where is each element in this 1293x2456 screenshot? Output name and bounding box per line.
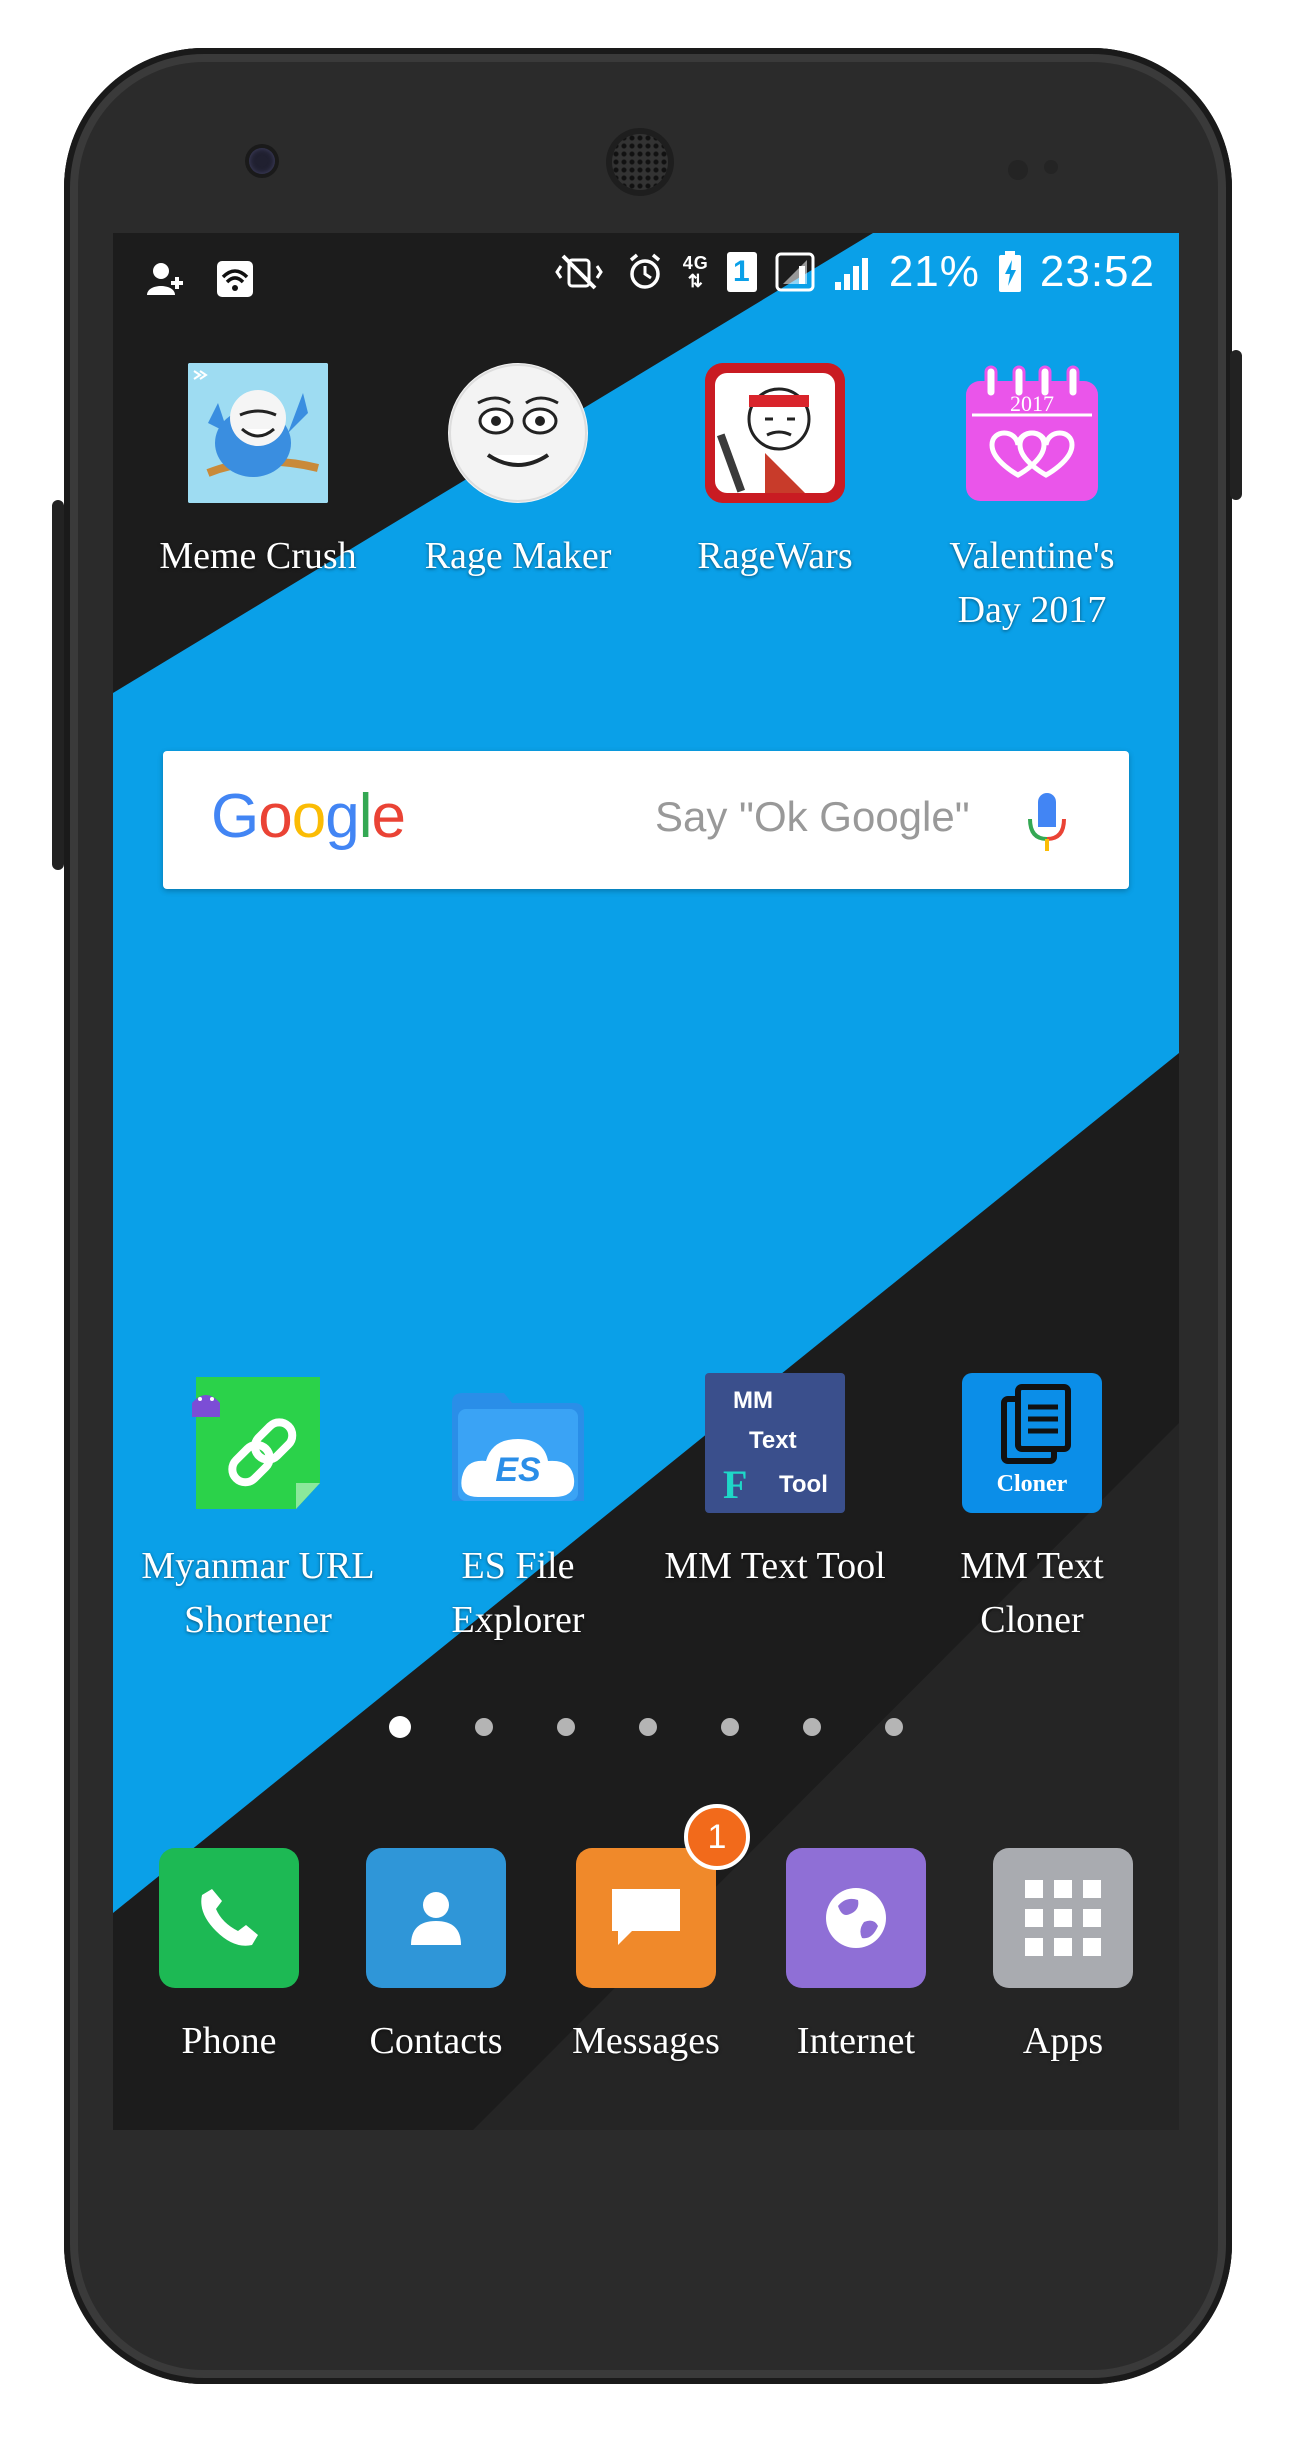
- dock-contacts[interactable]: Contacts: [320, 1848, 552, 2068]
- volume-button: [52, 500, 64, 870]
- cloner-caption: Cloner: [996, 1471, 1068, 1497]
- app-rage-maker[interactable]: Rage Maker: [393, 363, 643, 583]
- app-label: Myanmar URL Shortener: [141, 1545, 375, 1641]
- page-dot-7[interactable]: [885, 1718, 903, 1736]
- ragewars-icon: [705, 363, 845, 503]
- contact-icon: [366, 1848, 506, 1988]
- app-label: Meme Crush: [159, 535, 357, 577]
- signal-sim2-icon: [833, 252, 871, 292]
- app-mm-text-cloner[interactable]: Cloner MM Text Cloner: [907, 1373, 1157, 1647]
- page-dot-2[interactable]: [475, 1718, 493, 1736]
- mm-text-tool-icon: MM Text F Tool: [705, 1373, 845, 1513]
- app-label: Valentine's Day 2017: [949, 535, 1115, 631]
- dock-phone[interactable]: Phone: [113, 1848, 345, 2068]
- add-contact-icon: [145, 259, 185, 299]
- page-dot-1[interactable]: [389, 1716, 411, 1738]
- app-label: RageWars: [697, 535, 853, 577]
- page-dot-4[interactable]: [639, 1718, 657, 1736]
- app-label: Phone: [181, 2020, 277, 2062]
- app-ragewars[interactable]: RageWars: [650, 363, 900, 583]
- app-label: ES File Explorer: [451, 1545, 585, 1641]
- alarm-icon: [625, 252, 665, 292]
- app-label: Internet: [796, 2020, 916, 2062]
- meme-crush-icon: [188, 363, 328, 503]
- link-icon: [188, 1373, 328, 1513]
- dock-internet[interactable]: Internet: [740, 1848, 972, 2068]
- google-logo: Google: [211, 782, 406, 851]
- app-label: Apps: [1022, 2020, 1104, 2062]
- proximity-sensor: [1008, 160, 1028, 180]
- app-label: Contacts: [369, 2020, 503, 2062]
- es-cloud-icon: ES: [448, 1373, 588, 1513]
- page-dot-6[interactable]: [803, 1718, 821, 1736]
- power-button: [1230, 350, 1242, 500]
- app-label: Messages: [572, 2020, 720, 2062]
- battery-charging-icon: [998, 251, 1022, 293]
- app-valentines-day[interactable]: 2017 Valentine's Day 2017: [907, 363, 1157, 637]
- front-camera: [249, 148, 275, 174]
- es-glyph: ES: [495, 1451, 541, 1489]
- document-copy-icon: Cloner: [962, 1373, 1102, 1513]
- page-dot-3[interactable]: [557, 1718, 575, 1736]
- dock-messages[interactable]: 1 Messages: [530, 1804, 762, 2068]
- earpiece-speaker: [612, 134, 668, 190]
- app-es-file-explorer[interactable]: ES ES File Explorer: [393, 1373, 643, 1647]
- globe-icon: [786, 1848, 926, 1988]
- app-label: Rage Maker: [424, 535, 612, 577]
- mic-icon[interactable]: [1025, 791, 1069, 860]
- battery-percent: 21%: [888, 247, 980, 296]
- sim-icon: 1: [726, 252, 757, 292]
- app-myanmar-url-shortener[interactable]: Myanmar URL Shortener: [133, 1373, 383, 1647]
- message-icon: 1: [576, 1804, 750, 1988]
- data-arrows-icon: ⇅: [687, 271, 704, 291]
- rage-maker-icon: [448, 363, 588, 503]
- page-indicator: [113, 1716, 1179, 1738]
- network-4g-icon: 4G ⇅: [682, 253, 709, 291]
- status-bar: 4G ⇅ 1 21% 23:52: [113, 233, 1179, 333]
- signal-sim1-icon: [775, 252, 815, 292]
- clock-time: 23:52: [1039, 247, 1155, 296]
- light-sensor: [1044, 160, 1058, 174]
- app-label: MM Text Tool: [664, 1545, 886, 1587]
- valentine-calendar-icon: 2017: [962, 363, 1102, 503]
- page-dot-5[interactable]: [721, 1718, 739, 1736]
- app-mm-text-tool[interactable]: MM Text F Tool MM Text Tool: [650, 1373, 900, 1593]
- vibrate-mute-icon: [551, 252, 607, 292]
- wifi-icon: [215, 259, 255, 299]
- grid-icon: [993, 1848, 1133, 1988]
- app-meme-crush[interactable]: Meme Crush: [133, 363, 383, 583]
- home-screen: 4G ⇅ 1 21% 23:52 Meme Crush Rage Maker R…: [113, 233, 1179, 2130]
- google-search-bar[interactable]: Google Say "Ok Google": [163, 751, 1129, 889]
- phone-icon: [159, 1848, 299, 1988]
- calendar-year: 2017: [1010, 391, 1054, 416]
- search-hint: Say "Ok Google": [655, 793, 970, 840]
- app-label: MM Text Cloner: [960, 1545, 1104, 1641]
- dock-apps[interactable]: Apps: [947, 1848, 1179, 2068]
